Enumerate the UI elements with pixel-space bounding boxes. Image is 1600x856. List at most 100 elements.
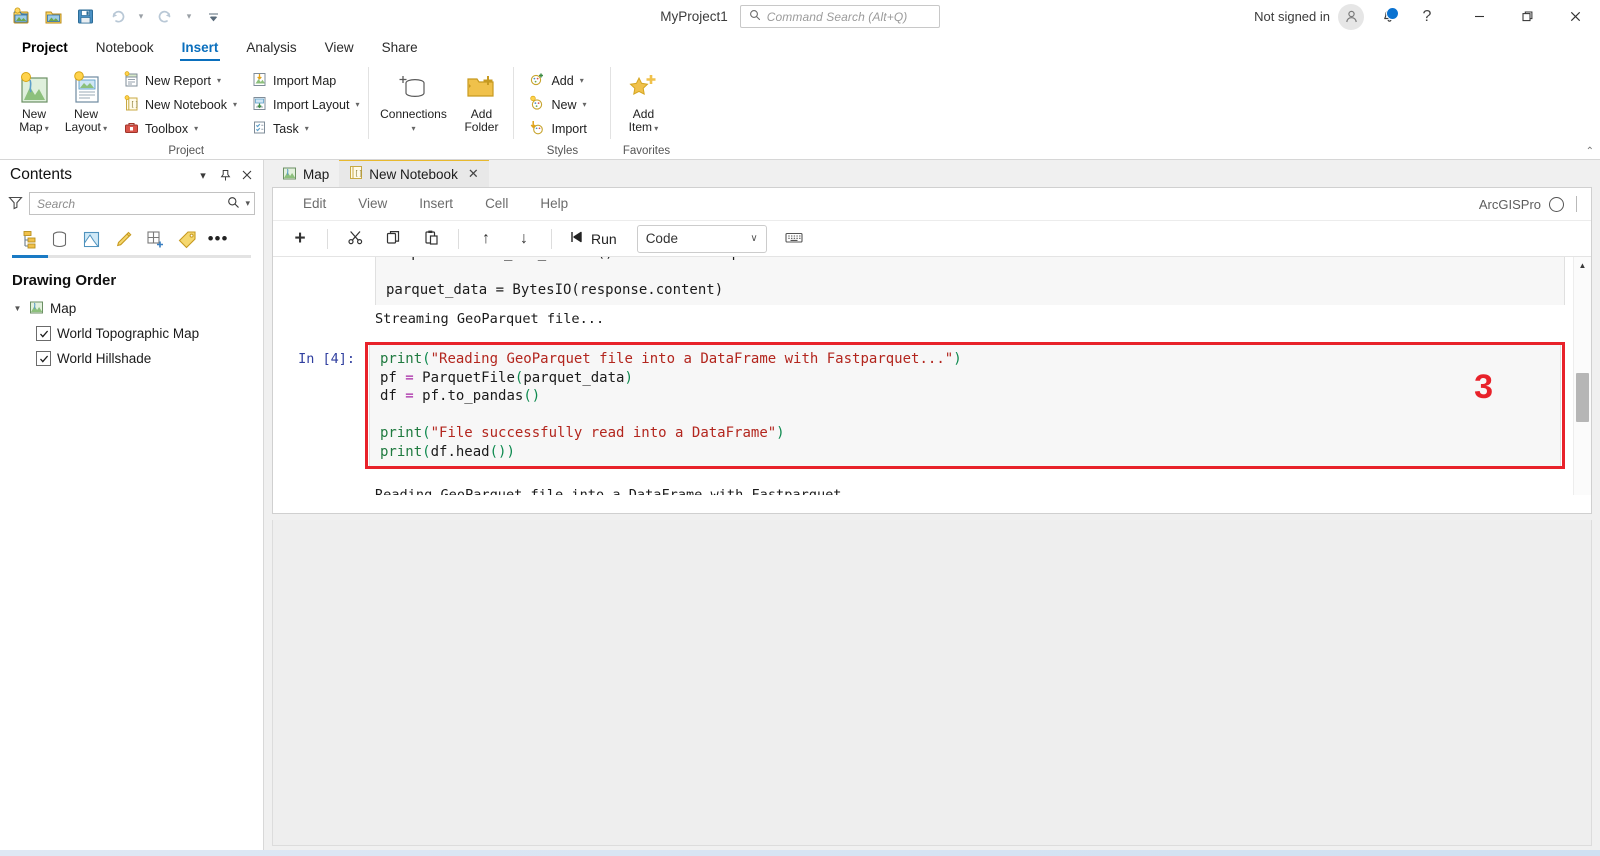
task-caret-icon[interactable]: ▾ <box>305 124 309 133</box>
scroll-up-icon[interactable]: ▲ <box>1579 257 1587 273</box>
ribbon-group-connections-label <box>373 143 509 159</box>
notebook-menu-insert[interactable]: Insert <box>403 190 469 218</box>
tab-view[interactable]: View <box>311 35 368 61</box>
connections-caret-icon[interactable]: ▾ <box>411 124 415 133</box>
tab-project[interactable]: Project <box>8 35 82 61</box>
new-project-icon[interactable] <box>6 4 36 30</box>
task-button[interactable]: Task ▾ <box>246 117 364 140</box>
new-report-button[interactable]: New Report ▾ <box>118 69 242 92</box>
cell-type-select[interactable]: Code ∨ <box>636 224 767 253</box>
contents-search-input[interactable]: Search ▾ <box>29 192 255 215</box>
scrollbar-track[interactable] <box>1574 273 1591 495</box>
move-cell-down-button[interactable]: ↓ <box>505 225 543 253</box>
import-map-button[interactable]: Import Map <box>246 69 364 92</box>
doc-tab-map[interactable]: Map <box>272 162 340 187</box>
kernel-indicator[interactable]: ArcGISPro <box>1479 196 1591 212</box>
ribbon-group-project: New Map ▾ New Layout ▾ New Report ▾ [] N… <box>0 61 368 159</box>
add-style-button[interactable]: Add ▾ <box>524 69 591 92</box>
add-item-caret-icon[interactable]: ▾ <box>652 124 658 133</box>
contents-pin-button[interactable] <box>215 164 235 186</box>
contents-close-button[interactable] <box>237 164 257 186</box>
new-layout-button[interactable]: New Layout ▾ <box>60 64 112 135</box>
layer-checkbox[interactable] <box>36 351 51 366</box>
add-folder-button[interactable]: Add Folder <box>453 64 509 134</box>
contents-more-options-icon[interactable]: ••• <box>204 225 232 253</box>
notebook-vertical-scrollbar[interactable]: ▲ <box>1573 257 1591 495</box>
command-palette-button[interactable] <box>775 225 813 253</box>
new-layout-caret-icon[interactable]: ▾ <box>101 124 107 133</box>
list-by-editing-icon[interactable] <box>108 225 138 253</box>
search-icon[interactable] <box>227 196 240 212</box>
move-cell-up-button[interactable]: ↑ <box>467 225 505 253</box>
cut-cell-button[interactable] <box>336 225 374 253</box>
add-cell-button[interactable]: + <box>281 225 319 253</box>
paste-cell-button[interactable] <box>412 225 450 253</box>
sign-in-status[interactable]: Not signed in <box>1254 9 1330 24</box>
notebook-toolbar: + ↑ ↓ Run Code ∨ <box>273 221 1591 257</box>
list-by-labeling-icon[interactable] <box>172 225 202 253</box>
search-options-caret-icon[interactable]: ▾ <box>245 198 250 209</box>
layer-checkbox[interactable] <box>36 326 51 341</box>
scrollbar-thumb[interactable] <box>1576 372 1589 422</box>
restore-button[interactable] <box>1504 1 1550 33</box>
notebook-cell-highlighted[interactable]: In [4]: print("Reading GeoParquet file i… <box>298 342 1565 470</box>
contents-menu-button[interactable]: ▾ <box>193 164 213 186</box>
list-by-data-source-icon[interactable] <box>44 225 74 253</box>
tree-item-map[interactable]: ▼ Map <box>8 296 263 321</box>
collapse-ribbon-icon[interactable]: ⌃ <box>1586 146 1594 157</box>
close-button[interactable] <box>1552 1 1598 33</box>
command-search-input[interactable]: Command Search (Alt+Q) <box>739 5 940 28</box>
add-style-caret-icon[interactable]: ▾ <box>580 76 584 85</box>
tab-analysis[interactable]: Analysis <box>232 35 310 61</box>
customize-quick-access-icon[interactable] <box>198 4 228 30</box>
tree-item-world-hillshade[interactable]: World Hillshade <box>8 346 263 371</box>
list-by-drawing-order-icon[interactable] <box>12 225 42 253</box>
new-notebook-caret-icon[interactable]: ▾ <box>233 100 237 109</box>
tab-share[interactable]: Share <box>368 35 432 61</box>
new-style-caret-icon[interactable]: ▾ <box>582 100 586 109</box>
import-layout-button[interactable]: Import Layout ▾ <box>246 93 364 116</box>
new-report-caret-icon[interactable]: ▾ <box>217 76 221 85</box>
redo-icon[interactable] <box>150 4 180 30</box>
close-icon[interactable]: ✕ <box>468 166 479 182</box>
notebook-menu-edit[interactable]: Edit <box>287 190 342 218</box>
copy-cell-button[interactable] <box>374 225 412 253</box>
import-style-button[interactable]: Import <box>524 117 591 140</box>
new-map-caret-icon[interactable]: ▾ <box>43 124 49 133</box>
notebook-menu-help[interactable]: Help <box>524 190 584 218</box>
open-project-icon[interactable] <box>38 4 68 30</box>
new-notebook-button[interactable]: [] New Notebook ▾ <box>118 93 242 116</box>
avatar[interactable] <box>1338 3 1364 30</box>
keyboard-icon <box>785 231 803 247</box>
doc-tab-new-notebook[interactable]: [] New Notebook ✕ <box>339 159 489 187</box>
tab-notebook[interactable]: Notebook <box>82 35 168 61</box>
save-project-icon[interactable] <box>70 4 100 30</box>
redo-dropdown-icon[interactable]: ▾ <box>182 4 196 30</box>
notebook-cell-clipped[interactable]: response.raise_for_status() # Raise exce… <box>273 257 1573 305</box>
help-button[interactable]: ? <box>1412 3 1442 31</box>
minimize-button[interactable] <box>1456 1 1502 33</box>
connections-button[interactable]: Connections ▾ <box>373 64 453 135</box>
chevron-down-icon[interactable]: ∨ <box>750 233 757 244</box>
import-layout-caret-icon[interactable]: ▾ <box>355 100 359 109</box>
new-layout-label-line1: New <box>73 107 98 121</box>
notebook-menu-cell[interactable]: Cell <box>469 190 524 218</box>
toolbox-caret-icon[interactable]: ▾ <box>194 124 198 133</box>
notebook-menu-view[interactable]: View <box>342 190 403 218</box>
run-cell-button[interactable]: Run <box>560 225 627 253</box>
new-map-button[interactable]: New Map ▾ <box>8 64 60 135</box>
toolbox-button[interactable]: Toolbox ▾ <box>118 117 242 140</box>
new-style-button[interactable]: New ▾ <box>524 93 591 116</box>
highlighted-code-content[interactable]: print("Reading GeoParquet file into a Da… <box>369 342 1561 470</box>
expand-collapse-icon[interactable]: ▼ <box>12 304 23 313</box>
undo-icon[interactable] <box>102 4 132 30</box>
tab-insert[interactable]: Insert <box>168 35 233 61</box>
undo-dropdown-icon[interactable]: ▾ <box>134 4 148 30</box>
add-item-button[interactable]: Add Item ▾ <box>615 64 671 135</box>
list-by-snapping-icon[interactable] <box>140 225 170 253</box>
list-by-selection-icon[interactable] <box>76 225 106 253</box>
notifications-button[interactable] <box>1374 3 1404 31</box>
clipped-code-content[interactable]: response.raise_for_status() # Raise exce… <box>375 257 1565 305</box>
filter-icon[interactable] <box>8 195 23 213</box>
tree-item-world-topographic-map[interactable]: World Topographic Map <box>8 321 263 346</box>
